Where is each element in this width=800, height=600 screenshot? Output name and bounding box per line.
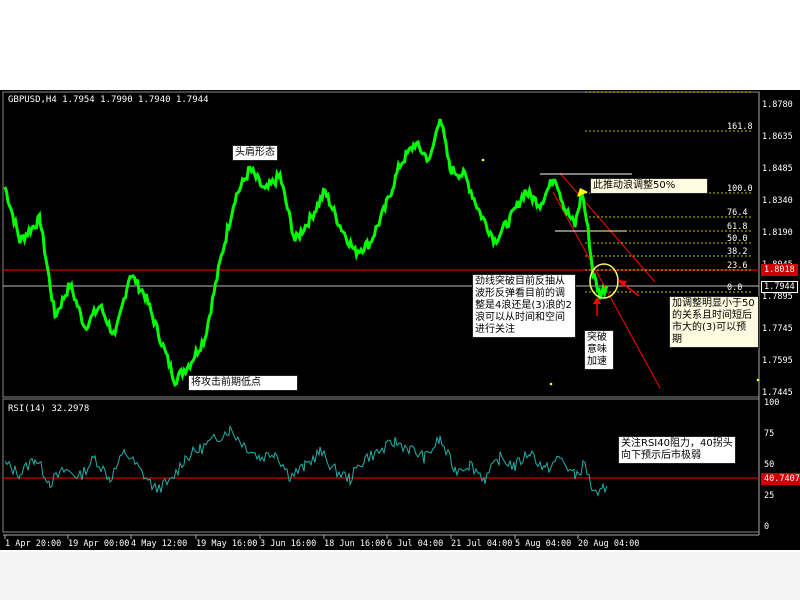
rsi-tick-label: 0 [764,522,769,532]
annotation-retrace-50: 此推动浪调整50% [590,178,708,194]
rsi-tick-label: 50 [764,460,774,470]
rsi-tick-label: 100 [764,398,779,408]
rsi-tick-label: 25 [764,491,774,501]
time-tick-label: 19 May 16:00 [196,539,257,549]
rsi-tick-label: 75 [764,429,774,439]
time-tick-label: 18 Jun 16:00 [324,539,385,549]
annotation-rsi: 关注RSI40阻力，40拐头向下预示后市极弱 [618,436,736,464]
annotation-head-shoulders: 头肩形态 [232,145,278,161]
annotation-breakout: 突破意味加速 [584,330,614,370]
fib-level-label: 161.8 [727,122,753,132]
fib-level-label: 76.4 [727,208,747,218]
time-tick-label: 21 Jul 04:00 [451,539,512,549]
fib-level-label: 50.0 [727,234,747,244]
price-tick-label: 1.8190 [762,228,793,238]
price-tick-label: 1.7895 [762,292,793,302]
fib-level-label: 0.0 [727,283,742,293]
fib-level-label: 23.6 [727,261,747,271]
price-tick-label: 1.8485 [762,164,793,174]
marker-dot [481,158,485,162]
rsi-series-line [4,425,608,497]
time-axis-labels: 1 Apr 20:00 19 Apr 00:00 4 May 12:00 19 May… [4,535,639,549]
current-price-label: 1.7944 [761,281,798,293]
main-panel-frame [2,91,760,398]
fib-level-label: 200.0 [727,83,753,93]
main-chart-title: GBPUSD,H4 1.7954 1.7990 1.7940 1.7944 [8,95,208,105]
price-tick-label: 1.8780 [762,100,793,110]
annotation-attack-low: 将攻击前期低点 [188,375,298,391]
price-tick-label: 1.8340 [762,196,793,206]
fib-level-label: 38.2 [727,247,747,257]
time-tick-label: 3 Jun 16:00 [260,539,316,549]
fib-level-label: 100.0 [727,184,753,194]
annotation-wave-analysis: 劲线突破目前反抽从波形反弹看目前的调整是4浪还是(3)浪的2浪可以从时间和空间进… [472,274,576,338]
annotation-adjustment: 加调整明显小于50的关系且时间短后市大的(3)可以预期 [669,296,759,348]
price-tick-label: 1.7445 [762,388,793,398]
arrow-line-adjustment [621,282,640,297]
marker-dot [756,378,760,382]
time-tick-label: 4 May 12:00 [131,539,187,549]
rsi-level-label: 40.7407 [761,473,800,485]
time-tick-label: 6 Jul 04:00 [387,539,443,549]
fib-level-label: 61.8 [727,222,747,232]
rsi-axis-labels: 100 75 50 25 0 [764,398,779,532]
resistance-price-label: 1.8018 [761,264,798,276]
time-tick-label: 5 Aug 04:00 [515,539,571,549]
price-tick-label: 1.7745 [762,324,793,334]
time-tick-label: 19 Apr 00:00 [68,539,129,549]
time-tick-label: 1 Apr 20:00 [5,539,61,549]
time-tick-label: 20 Aug 04:00 [578,539,639,549]
price-axis-labels: 1.87801.86351.84851.83401.81901.80451.78… [762,100,793,398]
rsi-panel-frame [2,398,760,533]
price-tick-label: 1.8635 [762,132,793,142]
price-series-line [3,118,609,387]
rsi-title: RSI(14) 32.2978 [8,404,89,414]
price-tick-label: 1.7595 [762,356,793,366]
marker-dot [549,382,553,386]
